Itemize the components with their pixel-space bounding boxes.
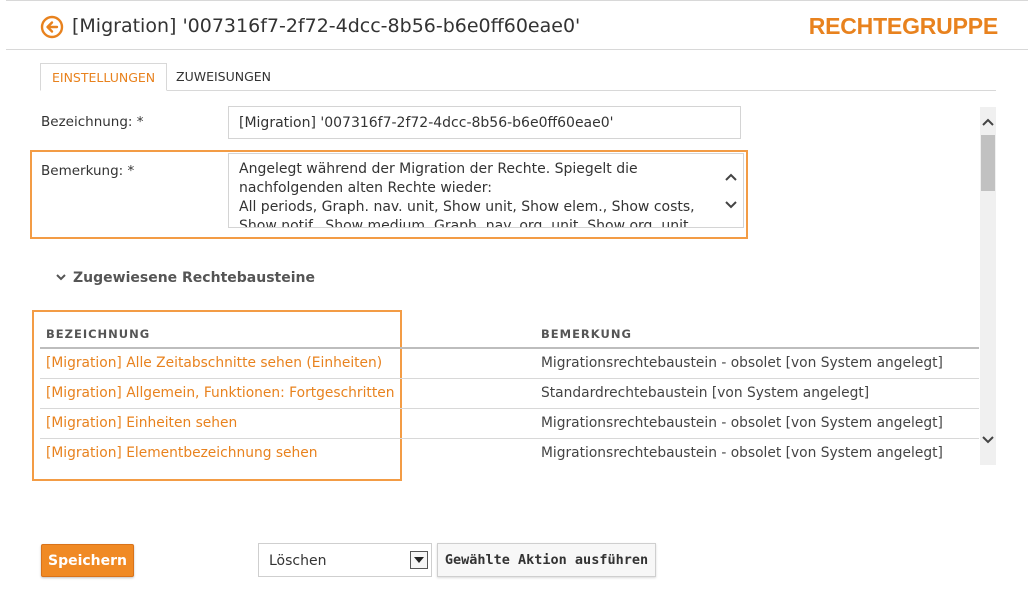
action-select-value: Löschen — [269, 553, 327, 569]
chevron-up-icon[interactable] — [724, 172, 738, 182]
bemerkung-label: Bemerkung: * — [41, 163, 135, 179]
select-arrow[interactable] — [410, 551, 428, 569]
table-row[interactable]: [Migration] Einheiten sehen Migrationsre… — [40, 409, 979, 439]
bemerkung-scrollbar[interactable] — [719, 154, 743, 227]
row-bemerkung: Migrationsrechtebaustein - obsolet [von … — [541, 415, 943, 431]
scrollbar-thumb[interactable] — [981, 135, 995, 191]
tab-einstellungen[interactable]: EINSTELLUNGEN — [40, 63, 168, 91]
row-name-link[interactable]: [Migration] Alle Zeitabschnitte sehen (E… — [46, 355, 382, 371]
chevron-up-icon[interactable] — [981, 117, 995, 127]
section-title: Zugewiesene Rechtebausteine — [73, 270, 315, 286]
action-select[interactable]: Löschen — [258, 543, 432, 577]
table-row[interactable]: [Migration] Allgemein, Funktionen: Fortg… — [40, 379, 979, 409]
table-row[interactable]: [Migration] Alle Zeitabschnitte sehen (E… — [40, 349, 979, 379]
chevron-down-icon — [56, 274, 66, 281]
header: [Migration] '007316f7-2f72-4dcc-8b56-b6e… — [6, 0, 1028, 50]
execute-action-button[interactable]: Gewählte Aktion ausführen — [437, 543, 656, 577]
page-scrollbar[interactable] — [980, 107, 996, 465]
bezeichnung-label: Bezeichnung: * — [41, 114, 144, 130]
back-arrow-icon[interactable] — [40, 15, 64, 39]
row-bemerkung: Migrationsrechtebaustein - obsolet [von … — [541, 355, 943, 371]
tab-zuweisungen[interactable]: ZUWEISUNGEN — [165, 63, 282, 91]
chevron-down-icon[interactable] — [724, 200, 738, 210]
page-type-label: RECHTEGRUPPE — [808, 13, 998, 39]
page-title: [Migration] '007316f7-2f72-4dcc-8b56-b6e… — [72, 15, 581, 37]
tab-bar: EINSTELLUNGEN ZUWEISUNGEN — [40, 63, 996, 91]
chevron-down-icon[interactable] — [981, 435, 995, 445]
column-header-bemerkung[interactable]: BEMERKUNG — [541, 319, 632, 349]
row-bemerkung: Migrationsrechtebaustein - obsolet [von … — [541, 445, 943, 461]
save-button[interactable]: Speichern — [41, 544, 134, 577]
bemerkung-text: Angelegt während der Migration der Recht… — [239, 161, 695, 228]
row-bemerkung: Standardrechtebaustein [von System angel… — [541, 385, 870, 401]
chevron-down-icon — [414, 557, 424, 563]
row-name-link[interactable]: [Migration] Elementbezeichnung sehen — [46, 445, 318, 461]
table-row[interactable]: [Migration] Elementbezeichnung sehen Mig… — [40, 439, 979, 469]
bezeichnung-input[interactable]: [Migration] '007316f7-2f72-4dcc-8b56-b6e… — [228, 106, 741, 139]
row-name-link[interactable]: [Migration] Einheiten sehen — [46, 415, 237, 431]
column-header-bezeichnung[interactable]: BEZEICHNUNG — [46, 319, 150, 349]
section-toggle-rechtebausteine[interactable]: Zugewiesene Rechtebausteine — [55, 270, 315, 286]
bemerkung-textarea[interactable]: Angelegt während der Migration der Recht… — [228, 153, 744, 228]
row-name-link[interactable]: [Migration] Allgemein, Funktionen: Fortg… — [46, 385, 394, 401]
